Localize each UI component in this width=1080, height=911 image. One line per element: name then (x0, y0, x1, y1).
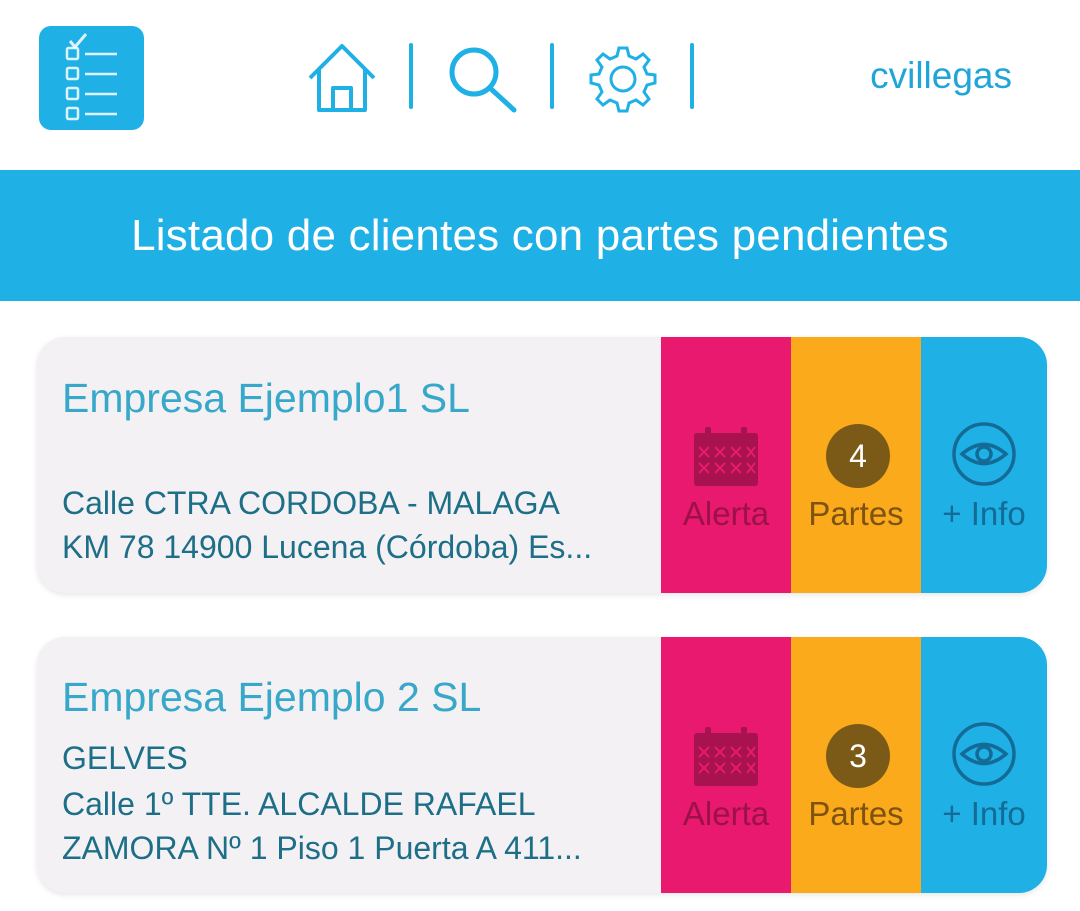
client-address-line: Calle 1º TTE. ALCALDE RAFAEL (62, 786, 536, 822)
search-icon[interactable] (446, 44, 520, 114)
partes-label: Partes (808, 495, 904, 532)
alert-label: Alerta (682, 495, 770, 532)
nav-divider (550, 43, 554, 109)
calendar-icon (694, 727, 758, 786)
client-address-line: Calle CTRA CORDOBA - MALAGA (62, 485, 560, 521)
calendar-icon (694, 427, 758, 486)
nav-divider (409, 43, 413, 109)
page-title: Listado de clientes con partes pendiente… (131, 210, 949, 260)
client-card[interactable]: Empresa Ejemplo1 SL Calle CTRA CORDOBA -… (37, 337, 1047, 593)
more-info-button[interactable]: + Info (921, 637, 1047, 893)
home-icon[interactable] (305, 40, 379, 114)
partes-label: Partes (808, 795, 904, 832)
more-info-label: + Info (942, 795, 1026, 832)
username-link[interactable]: cvillegas (870, 55, 1012, 97)
checklist-icon[interactable] (39, 26, 144, 130)
client-address-line: KM 78 14900 Lucena (Córdoba) Es... (62, 529, 593, 565)
nav-divider (690, 43, 694, 109)
more-info-label: + Info (942, 495, 1026, 532)
partes-count-badge: 4 (826, 424, 890, 488)
eye-icon (952, 422, 1016, 486)
alert-button[interactable]: Alerta (661, 337, 791, 593)
gear-icon[interactable] (586, 44, 660, 114)
page-title-banner: Listado de clientes con partes pendiente… (0, 170, 1080, 301)
eye-icon (952, 722, 1016, 786)
partes-count-badge: 3 (826, 724, 890, 788)
client-name: Empresa Ejemplo1 SL (62, 375, 470, 421)
partes-button[interactable]: 3 Partes (791, 637, 921, 893)
client-info[interactable]: Empresa Ejemplo 2 SL GELVES Calle 1º TTE… (37, 637, 661, 893)
alert-label: Alerta (682, 795, 770, 832)
app-header: cvillegas (0, 0, 1080, 168)
client-info[interactable]: Empresa Ejemplo1 SL Calle CTRA CORDOBA -… (37, 337, 661, 593)
alert-button[interactable]: Alerta (661, 637, 791, 893)
partes-button[interactable]: 4 Partes (791, 337, 921, 593)
client-address-line: ZAMORA Nº 1 Piso 1 Puerta A 411... (62, 830, 582, 866)
client-address-line: GELVES (62, 740, 188, 776)
more-info-button[interactable]: + Info (921, 337, 1047, 593)
client-card[interactable]: Empresa Ejemplo 2 SL GELVES Calle 1º TTE… (37, 637, 1047, 893)
client-name: Empresa Ejemplo 2 SL (62, 674, 482, 720)
